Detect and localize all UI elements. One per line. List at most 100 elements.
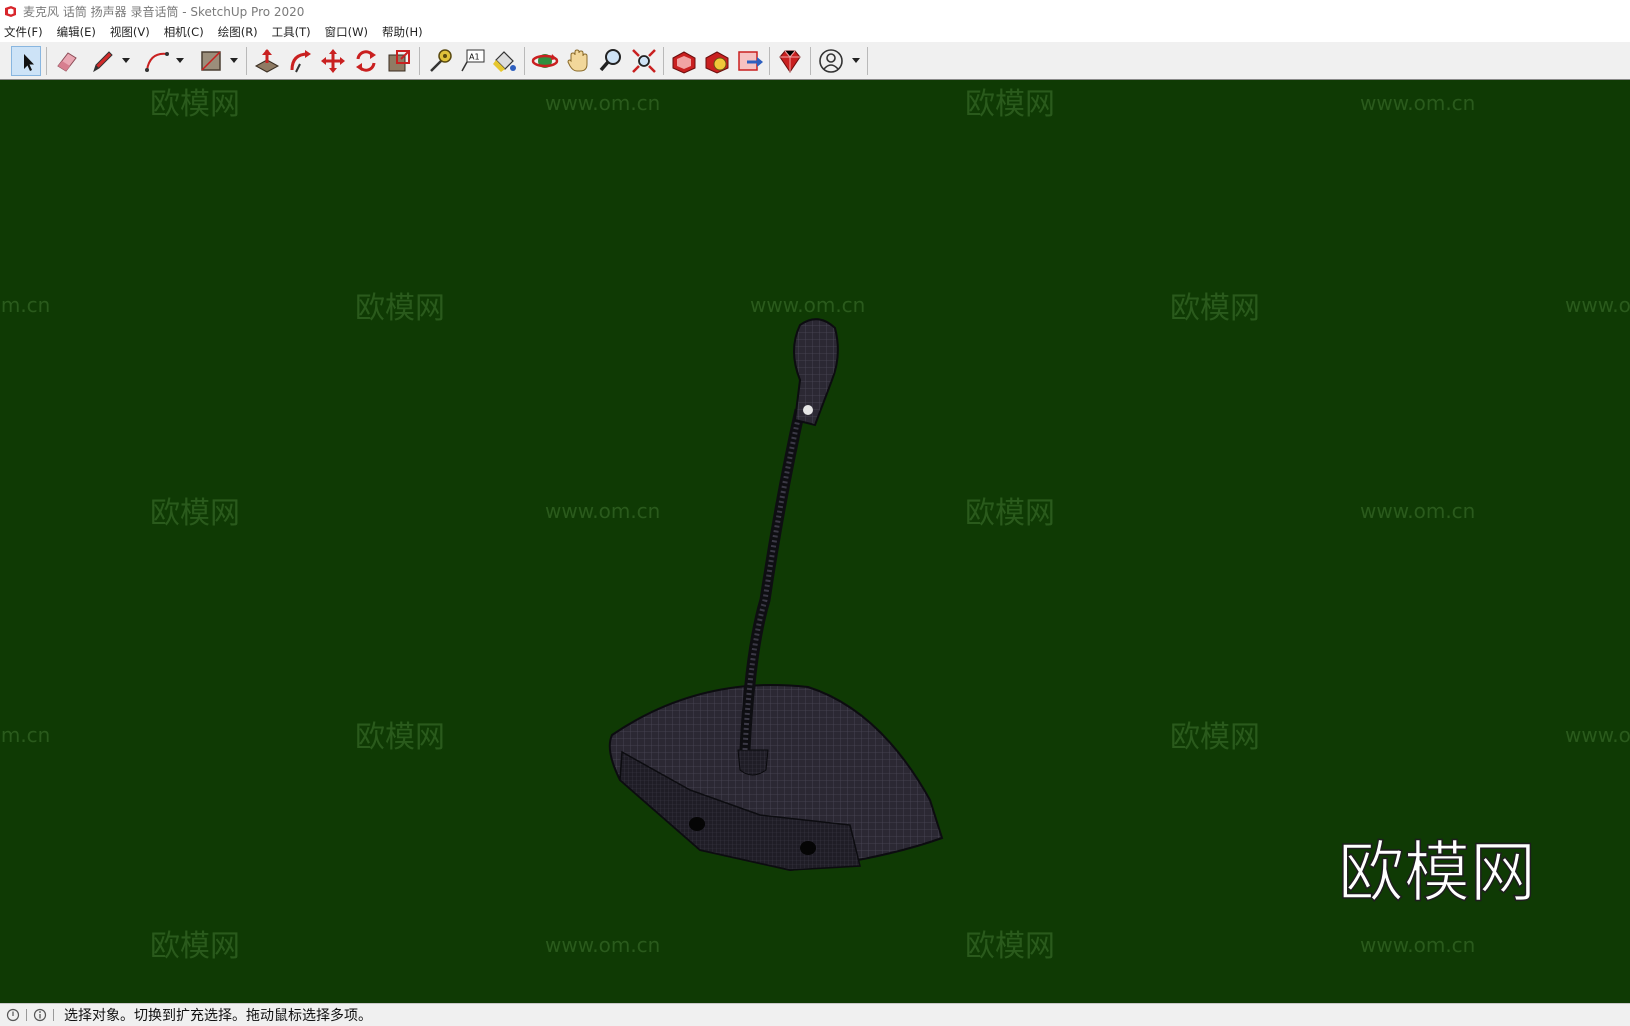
arc-tool-button[interactable] — [142, 46, 172, 76]
arc-dropdown[interactable] — [174, 46, 186, 76]
watermark-url-text: www.om.cn — [545, 933, 660, 957]
toolbar-separator — [46, 47, 47, 75]
watermark-logo-text: 欧模网 — [355, 291, 445, 326]
ruby-gem-icon — [779, 50, 801, 73]
pan-hand-icon — [567, 49, 588, 72]
microphone-base-foot — [800, 841, 816, 855]
watermark-logo-text: 欧模网 — [150, 496, 240, 531]
user-account-icon — [819, 49, 843, 73]
toolbar-separator — [524, 47, 525, 75]
extension-warehouse-icon — [705, 51, 729, 74]
title-bar: 麦克风 话筒 扬声器 录音话筒 - SketchUp Pro 2020 — [0, 0, 1630, 22]
watermark-url-text: www.om.cn — [0, 293, 50, 317]
warehouse-icon — [672, 51, 696, 74]
info-icon[interactable] — [33, 1008, 47, 1022]
chevron-down-icon — [122, 58, 130, 63]
text-label-icon: A1 — [461, 49, 485, 72]
menu-help[interactable]: 帮助(H) — [382, 24, 423, 40]
eraser-tool-button[interactable] — [52, 46, 82, 76]
watermark-url-text: www.om.cn — [1360, 91, 1475, 115]
follow-me-tool-button[interactable] — [286, 46, 316, 76]
rotate-tool-button[interactable] — [351, 46, 381, 76]
send-to-layout-button[interactable] — [735, 46, 765, 76]
toolbar-separator — [810, 47, 811, 75]
watermark-logo-text: 欧模网 — [150, 87, 240, 122]
zoom-extents-tool-button[interactable] — [629, 46, 659, 76]
push-pull-tool-button[interactable] — [252, 46, 282, 76]
status-divider — [26, 1009, 27, 1021]
watermark-url-text: www.om.cn — [1565, 723, 1630, 747]
watermark-logo-text: 欧模网 — [150, 929, 240, 964]
pencil-tool-button[interactable] — [88, 46, 118, 76]
account-dropdown[interactable] — [850, 46, 862, 76]
rectangle-shape-icon — [201, 51, 221, 71]
watermark-logo-text: 欧模网 — [1170, 720, 1260, 755]
move-icon — [321, 49, 345, 73]
geo-location-icon[interactable] — [6, 1008, 20, 1022]
microphone-led-indicator — [803, 405, 813, 415]
status-text: 选择对象。切换到扩充选择。拖动鼠标选择多项。 — [64, 1008, 372, 1024]
watermark-logo-text: 欧模网 — [965, 87, 1055, 122]
select-arrow-icon — [24, 54, 34, 71]
pencil-dropdown[interactable] — [120, 46, 132, 76]
pencil-line-icon — [93, 51, 113, 73]
extension-warehouse-button[interactable] — [702, 46, 732, 76]
shape-dropdown[interactable] — [228, 46, 240, 76]
orbit-tool-button[interactable] — [530, 46, 560, 76]
watermark-logo-text: 欧模网 — [1170, 291, 1260, 326]
toolbar-separator — [246, 47, 247, 75]
paint-bucket-tool-button[interactable] — [489, 46, 519, 76]
sketchup-logo-icon — [5, 5, 16, 17]
chevron-down-icon — [230, 58, 238, 63]
ruby-console-button[interactable] — [775, 46, 805, 76]
select-tool-button[interactable] — [11, 46, 41, 76]
menu-draw[interactable]: 绘图(R) — [218, 24, 258, 40]
menu-window[interactable]: 窗口(W) — [325, 24, 368, 40]
menu-view[interactable]: 视图(V) — [110, 24, 150, 40]
menu-tools[interactable]: 工具(T) — [272, 24, 311, 40]
main-toolbar: A1 — [0, 42, 1630, 80]
status-divider — [53, 1009, 54, 1021]
microphone-capsule — [793, 318, 839, 427]
scale-icon — [388, 50, 410, 72]
chevron-down-icon — [176, 58, 184, 63]
menu-camera[interactable]: 相机(C) — [164, 24, 204, 40]
scale-tool-button[interactable] — [384, 46, 414, 76]
eraser-icon — [57, 52, 77, 72]
toolbar-separator — [769, 47, 770, 75]
move-tool-button[interactable] — [318, 46, 348, 76]
menu-edit[interactable]: 编辑(E) — [57, 24, 96, 40]
rectangle-tool-button[interactable] — [196, 46, 226, 76]
send-to-layout-icon — [738, 51, 763, 71]
watermark-url-text: www.om.cn — [1360, 499, 1475, 523]
toolbar-separator — [663, 47, 664, 75]
menu-file[interactable]: 文件(F) — [4, 24, 43, 40]
toolbar-separator — [419, 47, 420, 75]
brand-logo-text: 欧模网 — [1338, 834, 1536, 911]
text-tool-button[interactable]: A1 — [458, 46, 488, 76]
modeling-viewport[interactable]: 欧模网 www.om.cn 欧模网 www.om.cn www.om.cn 欧模… — [0, 80, 1630, 1003]
zoom-icon — [599, 49, 621, 72]
conference-microphone-model[interactable] — [560, 230, 960, 890]
menu-bar: 文件(F) 编辑(E) 视图(V) 相机(C) 绘图(R) 工具(T) 窗口(W… — [0, 22, 1630, 42]
watermark-url-text: www.om.cn — [1565, 293, 1630, 317]
push-pull-icon — [254, 49, 280, 73]
watermark-logo-text: 欧模网 — [965, 929, 1055, 964]
orbit-icon — [531, 54, 559, 68]
follow-me-icon — [290, 50, 311, 73]
tape-measure-tool-button[interactable] — [425, 46, 455, 76]
watermark-url-text: www.om.cn — [0, 723, 50, 747]
microphone-collar — [737, 749, 769, 776]
watermark-logo-text: 欧模网 — [355, 720, 445, 755]
arc-icon — [145, 52, 169, 72]
user-account-button[interactable] — [816, 46, 846, 76]
watermark-url-text: www.om.cn — [1360, 933, 1475, 957]
zoom-tool-button[interactable] — [596, 46, 626, 76]
microphone-base-foot — [689, 817, 705, 831]
tape-measure-icon — [430, 49, 452, 72]
rotate-icon — [356, 50, 376, 72]
3d-warehouse-button[interactable] — [669, 46, 699, 76]
pan-tool-button[interactable] — [563, 46, 593, 76]
svg-text:A1: A1 — [469, 53, 480, 62]
window-title: 麦克风 话筒 扬声器 录音话筒 - SketchUp Pro 2020 — [23, 4, 305, 19]
